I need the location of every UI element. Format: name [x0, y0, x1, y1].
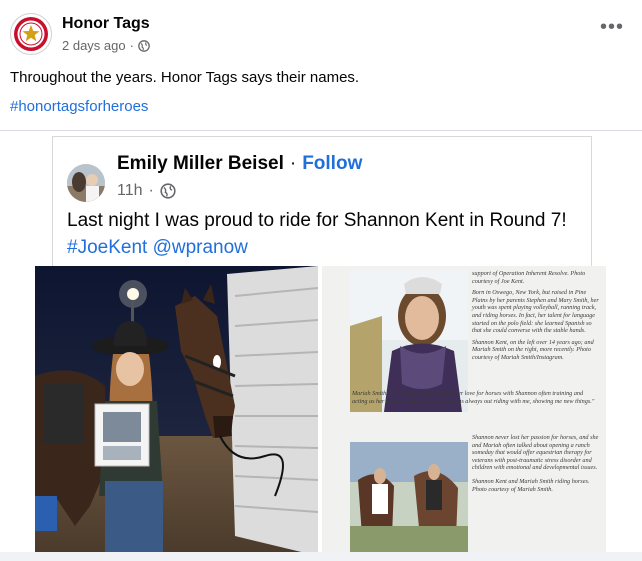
hashtag-link[interactable]: #JoeKent	[67, 237, 147, 258]
post-divider	[0, 130, 642, 131]
honor-tags-logo-icon	[14, 17, 48, 51]
shared-post-text: Last night I was proud to ride for Shann…	[67, 207, 567, 261]
bottom-bar	[0, 552, 642, 561]
post-header: Honor Tags 2 days ago · •••	[0, 0, 642, 60]
shared-post-time[interactable]: 11h	[117, 182, 143, 200]
shared-author-avatar[interactable]	[67, 164, 105, 202]
post-hashtag-link[interactable]: #honortagsforheroes	[10, 98, 148, 115]
article-page-photo[interactable]: support of Operation Inherent Resolve. P…	[322, 266, 606, 556]
more-options-icon[interactable]: •••	[600, 17, 624, 37]
article-paragraph-1: Born in Oswego, New York, but raised in …	[472, 289, 599, 335]
meta-dot: ·	[129, 38, 134, 53]
shared-post-meta: 11h ·	[117, 182, 176, 200]
article-caption-3: Shannon Kent and Mariah Smith riding hor…	[472, 477, 590, 493]
rodeo-rider-photo[interactable]	[35, 266, 318, 556]
mention-link[interactable]: @wpranow	[153, 237, 248, 258]
article-paragraph-3: Shannon never lost her passion for horse…	[472, 434, 599, 472]
shared-text-main: Last night I was proud to ride for Shann…	[67, 210, 567, 231]
follow-button[interactable]: Follow	[302, 153, 362, 174]
article-paragraph-2: Mariah Smith, her younger sister, shared…	[352, 390, 595, 405]
shared-meta-dot: ·	[148, 182, 154, 199]
article-caption-2: Shannon Kent, on the left over 14 years …	[472, 338, 594, 361]
globe-icon	[138, 39, 150, 52]
shared-author-row: Emily Miller Beisel · Follow	[117, 153, 362, 175]
globe-icon	[160, 183, 176, 199]
shared-author-name[interactable]: Emily Miller Beisel	[117, 153, 284, 174]
post-text: Throughout the years. Honor Tags says th…	[10, 69, 360, 86]
post-meta: 2 days ago ·	[62, 38, 150, 53]
article-caption-1: support of Operation Inherent Resolve. P…	[472, 270, 586, 285]
page-name-link[interactable]: Honor Tags	[62, 15, 150, 33]
post-timestamp[interactable]: 2 days ago	[62, 38, 126, 53]
name-separator: ·	[289, 153, 297, 174]
article-column-bottom: Shannon never lost her passion for horse…	[472, 434, 600, 499]
article-column-top: support of Operation Inherent Resolve. P…	[472, 270, 600, 366]
shared-post-card: Emily Miller Beisel · Follow 11h · Last ni…	[52, 136, 592, 274]
rider-horse-image	[35, 266, 318, 556]
page-avatar[interactable]	[10, 13, 52, 55]
author-photo-icon	[67, 164, 105, 202]
